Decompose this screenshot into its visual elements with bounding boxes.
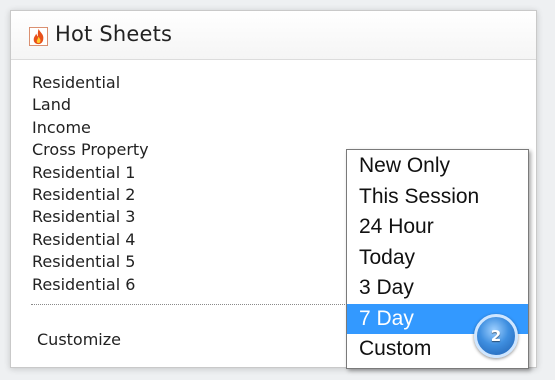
customize-link[interactable]: Customize	[37, 330, 121, 349]
list-item-residential[interactable]: Residential	[32, 72, 149, 94]
list-item-residential-5[interactable]: Residential 5	[32, 251, 149, 273]
fire-icon	[29, 27, 48, 46]
list-item-income[interactable]: Income	[32, 117, 149, 139]
dropdown-option-this-session[interactable]: This Session	[347, 182, 528, 213]
step-callout-badge: 2	[474, 314, 518, 358]
list-item-land[interactable]: Land	[32, 94, 149, 116]
list-item-residential-4[interactable]: Residential 4	[32, 229, 149, 251]
list-item-residential-2[interactable]: Residential 2	[32, 184, 149, 206]
dropdown-option-today[interactable]: Today	[347, 243, 528, 274]
list-divider	[31, 304, 361, 305]
panel-title: Hot Sheets	[55, 22, 173, 46]
panel-header: Hot Sheets	[11, 11, 536, 60]
dropdown-option-24-hour[interactable]: 24 Hour	[347, 212, 528, 243]
list-item-residential-6[interactable]: Residential 6	[32, 274, 149, 296]
step-callout-number: 2	[490, 327, 502, 345]
hot-sheet-list: Residential Land Income Cross Property R…	[32, 72, 149, 296]
list-item-cross-property[interactable]: Cross Property	[32, 139, 149, 161]
dropdown-option-new-only[interactable]: New Only	[347, 151, 528, 182]
dropdown-option-3-day[interactable]: 3 Day	[347, 273, 528, 304]
list-item-residential-1[interactable]: Residential 1	[32, 162, 149, 184]
list-item-residential-3[interactable]: Residential 3	[32, 206, 149, 228]
